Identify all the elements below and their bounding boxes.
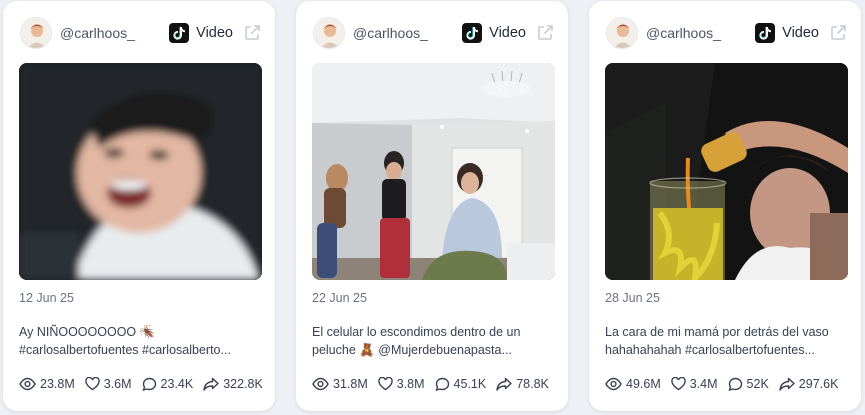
views-count: 49.6M: [626, 377, 661, 391]
shares-count: 322.8K: [223, 377, 263, 391]
external-link-icon[interactable]: [536, 24, 554, 42]
platform-label: Video: [196, 25, 233, 41]
post-header: @carlhoos_ Video: [606, 15, 847, 51]
heart-icon: [671, 377, 686, 391]
likes-stat: 3.4M: [671, 377, 718, 391]
views-stat: 23.8M: [19, 377, 75, 391]
tiktok-icon: [755, 23, 776, 43]
post-card[interactable]: @carlhoos_ Video: [296, 1, 568, 411]
shares-count: 78.8K: [516, 377, 549, 391]
share-icon: [779, 377, 795, 391]
post-stats: 23.8M 3.6M 23.4K 322.8K: [19, 377, 265, 391]
video-thumbnail[interactable]: [19, 63, 262, 280]
likes-count: 3.6M: [103, 377, 132, 391]
platform-label: Video: [489, 25, 526, 41]
post-card[interactable]: @carlhoos_ Video: [3, 1, 275, 411]
caption-line: La cara de mi mamá por detrás del vaso: [605, 325, 829, 339]
post-header: @carlhoos_ Video: [20, 15, 261, 51]
post-date: 22 Jun 25: [312, 291, 367, 305]
share-icon: [496, 377, 512, 391]
platform-label: Video: [782, 25, 819, 41]
eye-icon: [312, 377, 329, 391]
heart-icon: [85, 377, 100, 391]
comment-icon: [434, 377, 449, 391]
video-thumbnail[interactable]: [605, 63, 848, 280]
comments-stat: 52K: [727, 377, 769, 391]
views-count: 23.8M: [40, 377, 75, 391]
username[interactable]: @carlhoos_: [60, 25, 169, 41]
shares-count: 297.6K: [798, 377, 839, 391]
platform-badge: Video: [755, 23, 819, 43]
video-thumbnail[interactable]: [312, 63, 555, 280]
external-link-icon[interactable]: [243, 24, 261, 42]
post-date: 28 Jun 25: [605, 291, 660, 305]
caption-line: peluche 🧸 @Mujerdebuenapasta...: [312, 343, 512, 357]
eye-icon: [605, 377, 622, 391]
comment-icon: [727, 377, 742, 391]
comments-count: 45.1K: [453, 377, 487, 391]
platform-badge: Video: [169, 23, 233, 43]
heart-icon: [378, 377, 393, 391]
tiktok-icon: [462, 23, 483, 43]
eye-icon: [19, 377, 36, 391]
username[interactable]: @carlhoos_: [646, 25, 755, 41]
likes-stat: 3.8M: [378, 377, 425, 391]
username[interactable]: @carlhoos_: [353, 25, 462, 41]
post-stats: 49.6M 3.4M 52K 297.6K: [605, 377, 851, 391]
post-caption: Ay NIÑOOOOOOOO 🪳 #carlosalbertofuentes #…: [19, 323, 257, 359]
likes-stat: 3.6M: [85, 377, 132, 391]
post-card[interactable]: @carlhoos_ Video: [589, 1, 861, 411]
post-caption: La cara de mi mamá por detrás del vaso h…: [605, 323, 843, 359]
tiktok-icon: [169, 23, 190, 43]
comments-count: 23.4K: [160, 377, 194, 391]
likes-count: 3.8M: [396, 377, 425, 391]
views-stat: 49.6M: [605, 377, 661, 391]
avatar[interactable]: [20, 17, 52, 49]
platform-badge: Video: [462, 23, 526, 43]
caption-line: #carlosalbertofuentes #carlosalberto...: [19, 343, 231, 357]
avatar[interactable]: [606, 17, 638, 49]
shares-stat: 78.8K: [496, 377, 549, 391]
views-stat: 31.8M: [312, 377, 368, 391]
caption-line: hahahahahah #carlosalbertofuentes...: [605, 343, 815, 357]
comments-stat: 23.4K: [141, 377, 194, 391]
comments-count: 52K: [746, 377, 769, 391]
comments-stat: 45.1K: [434, 377, 487, 391]
avatar[interactable]: [313, 17, 345, 49]
caption-line: Ay NIÑOOOOOOOO 🪳: [19, 325, 156, 339]
views-count: 31.8M: [333, 377, 368, 391]
likes-count: 3.4M: [689, 377, 718, 391]
post-date: 12 Jun 25: [19, 291, 74, 305]
comment-icon: [141, 377, 156, 391]
post-caption: El celular lo escondimos dentro de un pe…: [312, 323, 550, 359]
post-header: @carlhoos_ Video: [313, 15, 554, 51]
shares-stat: 322.8K: [203, 377, 263, 391]
caption-line: El celular lo escondimos dentro de un: [312, 325, 521, 339]
post-stats: 31.8M 3.8M 45.1K 78.8K: [312, 377, 558, 391]
external-link-icon[interactable]: [829, 24, 847, 42]
share-icon: [203, 377, 219, 391]
shares-stat: 297.6K: [779, 377, 839, 391]
